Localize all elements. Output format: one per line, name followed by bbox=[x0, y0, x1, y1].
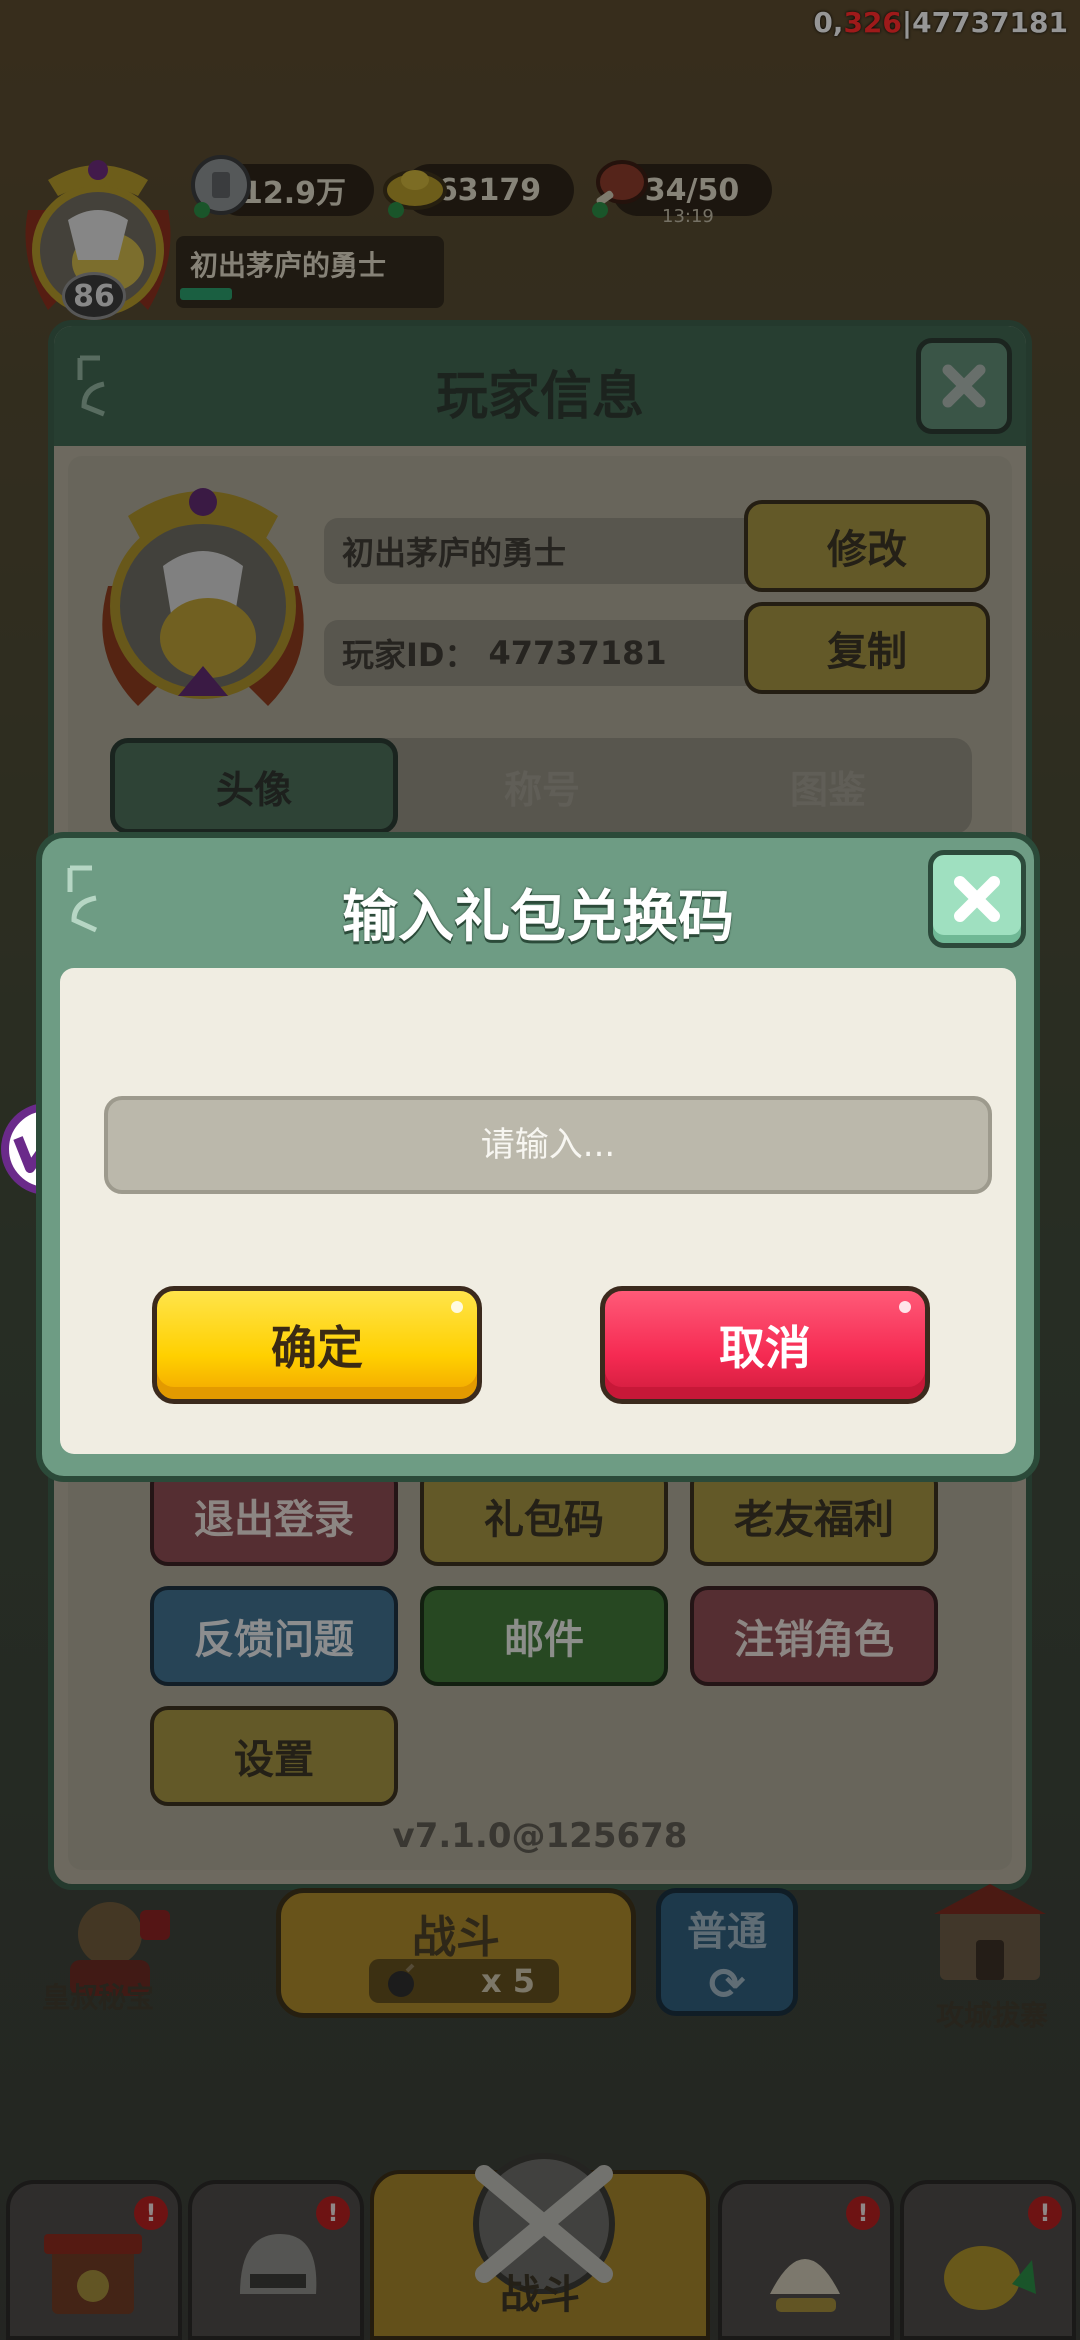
cancel-button[interactable]: 取消 bbox=[600, 1286, 930, 1404]
dialog-body: 确定 取消 bbox=[60, 968, 1016, 1454]
redeem-code-dialog: 输入礼包兑换码 确定 取消 bbox=[36, 832, 1040, 1482]
confirm-button[interactable]: 确定 bbox=[152, 1286, 482, 1404]
close-icon bbox=[954, 876, 1000, 922]
gift-code-input[interactable] bbox=[104, 1096, 992, 1194]
dialog-close-button[interactable] bbox=[928, 850, 1026, 948]
dialog-title: 输入礼包兑换码 bbox=[342, 885, 734, 950]
